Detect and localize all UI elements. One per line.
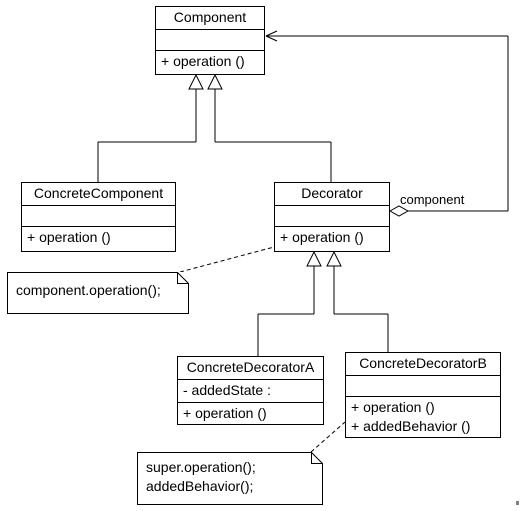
- class-operations-concretecomponent: + operation (): [22, 227, 175, 249]
- class-operations-concretedecoratorb: + operation () + addedBehavior (): [346, 397, 500, 438]
- attribute-item: - addedState :: [183, 382, 271, 398]
- note-anchor-decorator: [179, 246, 275, 273]
- generalization-decorator-to-component: [207, 73, 332, 182]
- render-artifact: [516, 501, 519, 505]
- class-box-component[interactable]: Component + operation (): [155, 6, 265, 75]
- operation-item: + addedBehavior (): [351, 418, 471, 434]
- class-attributes-concretedecoratora: - addedState :: [178, 380, 323, 403]
- operation-item: + operation (): [183, 405, 267, 421]
- class-attributes-concretecomponent: [22, 206, 175, 227]
- class-attributes-component: [156, 30, 264, 51]
- generalization-concretedecoratora-to-decorator: [257, 250, 322, 356]
- class-operations-component: + operation (): [156, 51, 264, 73]
- generalization-concretecomponent-to-component: [97, 73, 204, 182]
- class-name-decorator: Decorator: [275, 183, 389, 206]
- operation-item: + operation (): [280, 229, 364, 245]
- class-operations-decorator: + operation (): [275, 227, 389, 249]
- note-text: component.operation();: [7, 272, 189, 304]
- class-operations-concretedecoratora: + operation (): [178, 403, 323, 425]
- note-text: super.operation(); addedBehavior();: [137, 452, 323, 500]
- class-box-decorator[interactable]: Decorator + operation (): [274, 182, 390, 252]
- class-box-concretecomponent[interactable]: ConcreteComponent + operation (): [21, 182, 176, 252]
- class-attributes-decorator: [275, 206, 389, 227]
- generalization-concretedecoratorb-to-decorator: [326, 250, 389, 352]
- operation-item: + operation (): [161, 53, 245, 69]
- class-name-concretedecoratora: ConcreteDecoratorA: [178, 357, 323, 380]
- class-name-concretedecoratorb: ConcreteDecoratorB: [346, 353, 500, 376]
- uml-class-diagram: Component (role: component) ===== -->: [0, 0, 520, 511]
- class-attributes-concretedecoratorb: [346, 376, 500, 397]
- operation-item: + operation (): [27, 229, 111, 245]
- class-name-concretecomponent: ConcreteComponent: [22, 183, 175, 206]
- note-line: super.operation();: [146, 459, 256, 475]
- class-box-concretedecoratora[interactable]: ConcreteDecoratorA - addedState : + oper…: [177, 356, 324, 425]
- class-box-concretedecoratorb[interactable]: ConcreteDecoratorB + operation () + adde…: [345, 352, 501, 438]
- class-name-component: Component: [156, 7, 264, 30]
- note-box-decorator[interactable]: component.operation();: [7, 272, 189, 314]
- edge-label-component-role: component: [400, 192, 465, 207]
- note-line: component.operation();: [16, 282, 161, 298]
- note-line: addedBehavior();: [146, 478, 254, 494]
- operation-item: + operation (): [351, 399, 435, 415]
- note-box-concretedecoratorb[interactable]: super.operation(); addedBehavior();: [137, 452, 323, 505]
- note-anchor-concretedecoratorb: [310, 421, 346, 453]
